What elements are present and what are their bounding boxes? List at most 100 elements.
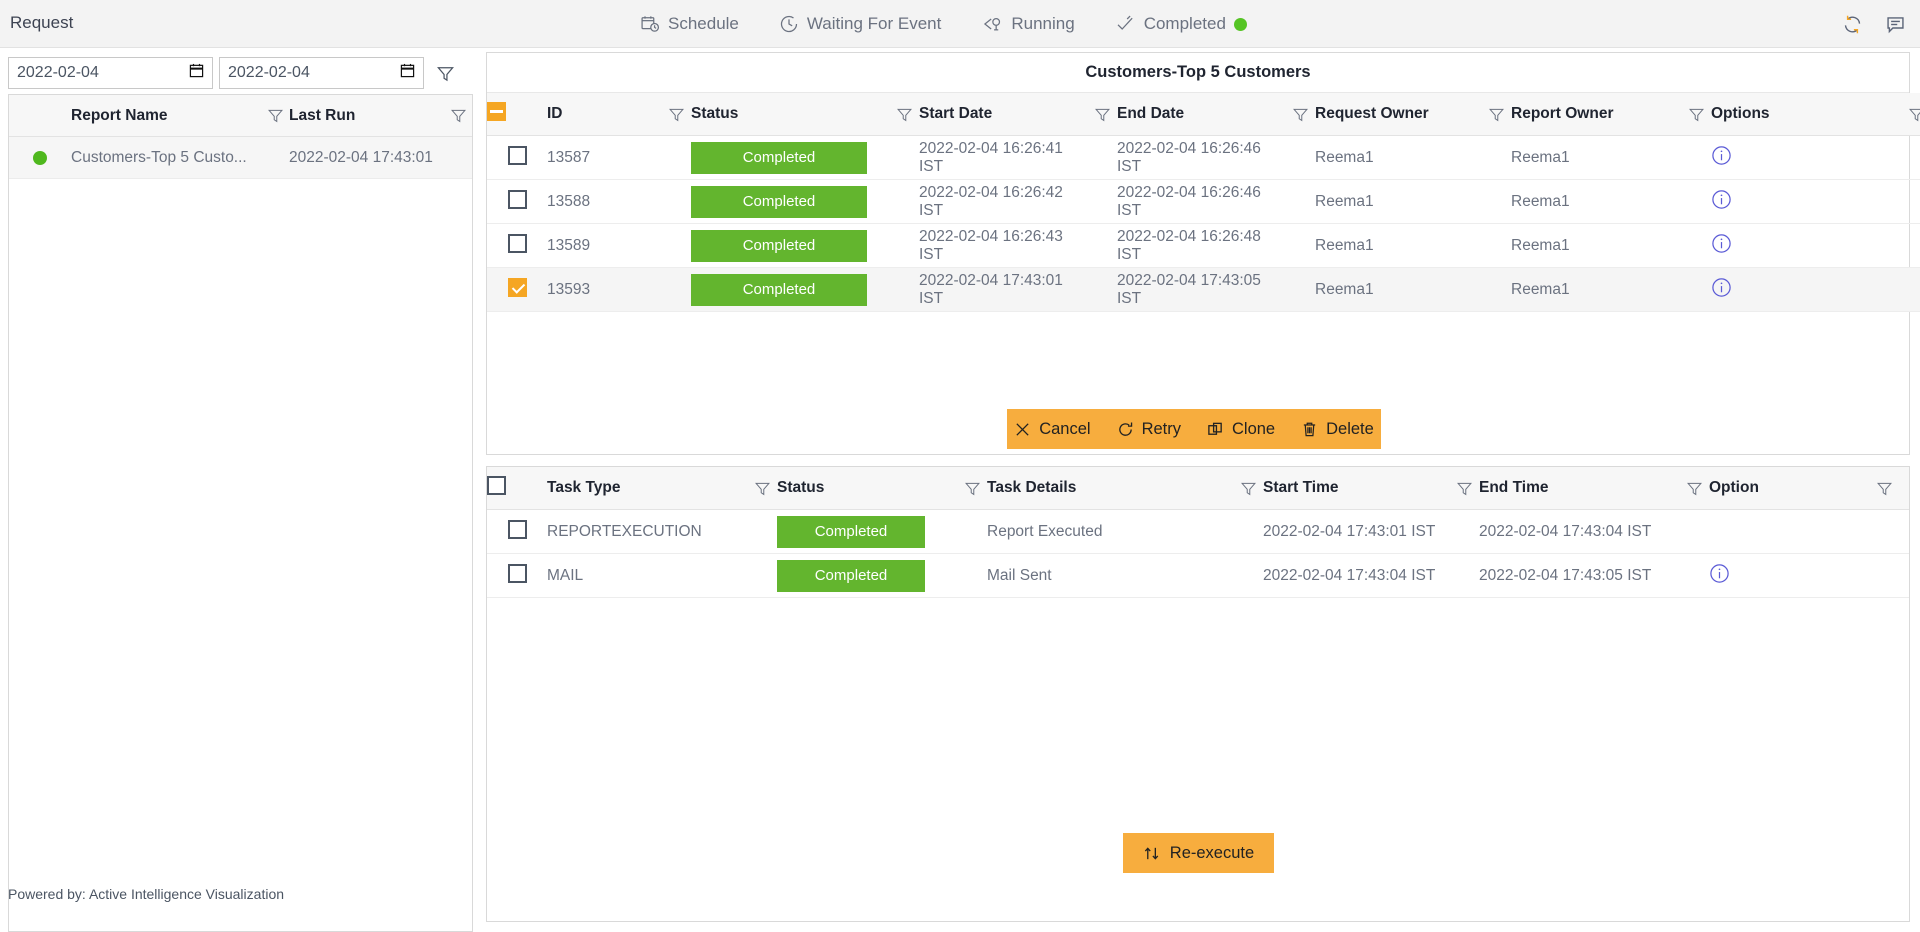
spacer (1481, 223, 1511, 268)
th-id-label: ID (547, 105, 563, 122)
from-date-field[interactable]: 2022-02-04 (8, 57, 213, 89)
cell-id: 13589 (547, 223, 661, 268)
nav-item-schedule[interactable]: Schedule (640, 14, 739, 34)
cell-request-owner: Reema1 (1315, 179, 1481, 224)
row-checkbox[interactable] (507, 519, 527, 539)
nav-item-running[interactable]: Running (981, 14, 1075, 34)
cell-option[interactable] (1709, 553, 1869, 598)
row-select-cell[interactable] (487, 267, 547, 312)
spacer (1449, 553, 1479, 598)
row-select-cell[interactable] (487, 223, 547, 268)
check-check-icon (1115, 14, 1136, 34)
spacer (1901, 223, 1920, 268)
th-task-type-label: Task Type (547, 479, 621, 496)
cell-options[interactable] (1711, 179, 1901, 224)
delete-label: Delete (1326, 419, 1374, 438)
info-icon[interactable] (1711, 145, 1732, 171)
retry-button[interactable]: Retry (1117, 420, 1181, 439)
apply-filter-button[interactable] (430, 58, 460, 88)
th-start-date-label: Start Date (919, 105, 993, 122)
row-checkbox[interactable] (507, 145, 527, 165)
cell-start-date: 2022-02-04 17:43:01 IST (919, 267, 1087, 312)
task-select-all-cell[interactable] (487, 467, 547, 510)
filter-icon-task-details[interactable] (1233, 467, 1263, 510)
row-select-cell[interactable] (487, 135, 547, 180)
calendar-icon[interactable] (400, 63, 415, 83)
cell-options[interactable] (1711, 223, 1901, 268)
row-select-cell[interactable] (487, 553, 547, 598)
nav-label-running: Running (1011, 14, 1075, 33)
spacer (1285, 223, 1315, 268)
filter-icon-report-owner[interactable] (1681, 93, 1711, 136)
filter-icon-task-type[interactable] (747, 467, 777, 510)
cell-start-time: 2022-02-04 17:43:01 IST (1263, 509, 1449, 554)
cell-options[interactable] (1711, 135, 1901, 180)
row-select-cell[interactable] (487, 179, 547, 224)
info-icon[interactable] (1711, 189, 1732, 215)
re-execute-button[interactable]: Re-execute (1143, 844, 1254, 863)
row-checkbox[interactable] (507, 277, 527, 297)
filter-icon-start-time[interactable] (1449, 467, 1479, 510)
row-checkbox[interactable] (507, 563, 527, 583)
refresh-icon[interactable] (1842, 14, 1863, 35)
filter-icon-end-date[interactable] (1285, 93, 1315, 136)
delete-button[interactable]: Delete (1301, 420, 1374, 439)
to-date-field[interactable]: 2022-02-04 (219, 57, 424, 89)
cell-status: Completed (691, 223, 889, 268)
report-list-header: Report Name Last Run (9, 95, 472, 137)
filter-icon-option[interactable] (1869, 467, 1909, 510)
th-id: ID (547, 93, 661, 136)
filter-icon-report-name[interactable] (261, 107, 289, 124)
status-badge: Completed (777, 559, 925, 592)
nav-item-completed[interactable]: Completed (1115, 14, 1247, 34)
table-row[interactable]: 13588 Completed 2022-02-04 16:26:42 IST … (487, 179, 1920, 224)
row-select-cell[interactable] (487, 509, 547, 554)
filter-icon-status[interactable] (889, 93, 919, 136)
table-row[interactable]: MAIL Completed Mail Sent 2022-02-04 17:4… (487, 553, 1909, 598)
table-row[interactable]: 13589 Completed 2022-02-04 16:26:43 IST … (487, 223, 1920, 268)
nav-label-waiting-for-event: Waiting For Event (806, 14, 942, 33)
th-request-owner: Request Owner (1315, 93, 1481, 136)
row-checkbox[interactable] (507, 233, 527, 253)
filter-icon-last-run[interactable] (444, 107, 472, 124)
task-select-all-checkbox[interactable] (487, 476, 506, 495)
clone-button[interactable]: Clone (1207, 420, 1275, 439)
cell-task-type: REPORTEXECUTION (547, 509, 747, 554)
table-row[interactable]: 13593 Completed 2022-02-04 17:43:01 IST … (487, 267, 1920, 312)
filter-icon-start-date[interactable] (1087, 93, 1117, 136)
spacer (747, 509, 777, 554)
cell-task-details: Report Executed (987, 509, 1233, 554)
info-icon[interactable] (1711, 233, 1732, 259)
spacer (889, 267, 919, 312)
table-row[interactable]: 13587 Completed 2022-02-04 16:26:41 IST … (487, 135, 1920, 180)
spacer (1679, 553, 1709, 598)
cell-options[interactable] (1711, 267, 1901, 312)
nav-item-waiting-for-event[interactable]: Waiting For Event (779, 14, 941, 34)
select-all-cell[interactable] (487, 93, 547, 136)
th-report-owner: Report Owner (1511, 93, 1681, 136)
spacer (1233, 509, 1263, 554)
cell-report-owner: Reema1 (1511, 135, 1681, 180)
th-option-label: Option (1709, 479, 1759, 496)
info-icon[interactable] (1709, 563, 1730, 589)
filter-icon-end-time[interactable] (1679, 467, 1709, 510)
cell-status: Completed (691, 135, 889, 180)
nav-label-completed: Completed (1143, 14, 1226, 33)
filter-icon-request-owner[interactable] (1481, 93, 1511, 136)
filter-icon-options[interactable] (1901, 93, 1920, 136)
list-item[interactable]: Customers-Top 5 Custo... 2022-02-04 17:4… (9, 137, 472, 179)
th-status: Status (691, 93, 889, 136)
cancel-button[interactable]: Cancel (1014, 420, 1091, 439)
row-checkbox[interactable] (507, 189, 527, 209)
info-icon[interactable] (1711, 277, 1732, 303)
select-all-checkbox[interactable] (487, 102, 506, 121)
spacer (747, 553, 777, 598)
th-request-owner-label: Request Owner (1315, 105, 1429, 122)
cell-end-date: 2022-02-04 16:26:46 IST (1117, 135, 1285, 180)
table-row[interactable]: REPORTEXECUTION Completed Report Execute… (487, 509, 1909, 554)
filter-icon-task-status[interactable] (957, 467, 987, 510)
calendar-icon[interactable] (189, 63, 204, 83)
filter-icon-id[interactable] (661, 93, 691, 136)
comment-icon[interactable] (1885, 14, 1906, 35)
request-card: Customers-Top 5 Customers ID Status Star… (486, 52, 1920, 455)
